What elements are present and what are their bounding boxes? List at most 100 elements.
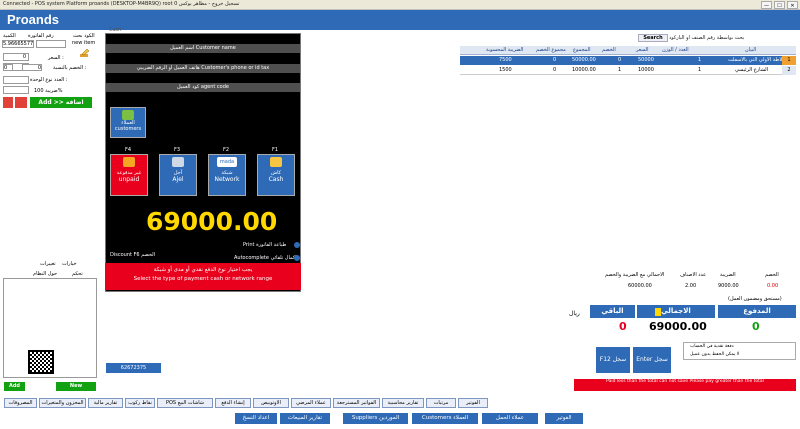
control-tab[interactable]: تحكم xyxy=(72,271,83,277)
new-button[interactable]: New xyxy=(56,382,96,391)
unit-count-label: العدد نوع الوحدة : xyxy=(30,77,68,83)
customers-button[interactable]: العملاء customers xyxy=(110,107,146,138)
currency-label: ريال xyxy=(569,310,580,317)
bus-button[interactable]: الاوتوبيص xyxy=(253,398,289,408)
row-discount-total: 0 xyxy=(553,57,557,63)
about-tab[interactable]: حول النظام xyxy=(33,271,57,277)
total-header: الاجمالي xyxy=(637,305,715,318)
salaries-button[interactable]: مرتبات xyxy=(426,398,456,408)
agent-code-bar[interactable]: كود العميل agent code xyxy=(106,83,300,92)
remove-button[interactable] xyxy=(3,97,13,108)
search-placeholder: بحث بواسطة رقم الصنف او الباركود xyxy=(669,35,745,41)
backup-settings-button[interactable]: اعداد النسخ xyxy=(235,413,277,424)
network-button[interactable]: mada شبكة Network xyxy=(208,154,246,196)
total-indicator-icon xyxy=(655,308,661,316)
accounting-reports-button[interactable]: تقارير محاسبية xyxy=(382,398,424,408)
row-discount: 1 xyxy=(618,67,622,73)
discount-percent-field[interactable]: 0 xyxy=(3,64,13,71)
f12-save-button[interactable]: F12 سجل xyxy=(596,347,630,373)
expenses-button[interactable]: المصروفات xyxy=(4,398,37,408)
patient-clients-button[interactable]: عملاء المرضي xyxy=(291,398,331,408)
customer-phone-bar[interactable]: هاتف العميل او الرقم الضريبي Customer's … xyxy=(106,64,300,73)
payment-tab-label: Cash xyxy=(109,27,122,33)
pencil-icon[interactable] xyxy=(79,48,90,58)
quantity-field[interactable]: 0 xyxy=(3,53,29,61)
window-title: Connected - POS system Platform proands … xyxy=(3,1,240,7)
f2-key-label: F2 xyxy=(222,147,230,153)
autocomplete-radio[interactable] xyxy=(294,255,300,261)
shipping-points-button[interactable]: نقاط ركوب xyxy=(125,398,155,408)
row-price: 10000 xyxy=(638,67,654,73)
header-price: السعر xyxy=(636,47,649,53)
decrease-button[interactable] xyxy=(15,97,27,108)
invoice-code-field[interactable]: 5.96665577 xyxy=(2,40,34,48)
table-row[interactable]: البلاطة الاولي التي بالاسفلت 1 50000 0 5… xyxy=(460,56,796,65)
invoices-nav-button[interactable]: الفوتير xyxy=(545,413,583,424)
unit-count-field[interactable] xyxy=(3,76,29,84)
new-item-link[interactable]: new item xyxy=(72,40,95,46)
cash-icon xyxy=(270,157,282,167)
enter-save-button[interactable]: Enter سجل xyxy=(633,347,671,373)
table-row[interactable]: الشارع الرئيسي 1 10000 1 10000.00 0 1500 xyxy=(460,66,796,75)
mada-icon: mada xyxy=(217,157,237,167)
payment-setup-button[interactable]: إنشاء الدفع xyxy=(215,398,251,408)
remaining-header: الباقي xyxy=(590,305,635,318)
summary-items-value: 2.00 xyxy=(685,283,697,289)
minimize-button[interactable]: — xyxy=(761,1,772,9)
window-controls: — ☐ ✕ xyxy=(761,1,798,9)
header-count: العدد / الوزن xyxy=(662,47,689,53)
phone-field[interactable]: 62672375 xyxy=(106,363,161,373)
payment-type-warning: يجب اختيار نوع الدفع نقدي أو مدى أو شبكة… xyxy=(105,263,301,290)
returns-button[interactable]: الفواتير المسترجعة xyxy=(333,398,380,408)
add-to-cart-button[interactable]: Add >> اضافه xyxy=(30,97,92,108)
item-code-field[interactable] xyxy=(36,40,66,48)
no-save-without-customer-label[interactable]: لا يمكن الحفظ بدون عميل xyxy=(690,352,739,357)
tax-field[interactable] xyxy=(3,86,29,94)
tax-label: ضريبة 100% xyxy=(34,88,63,94)
qr-code-icon xyxy=(28,350,54,374)
sales-reports-button[interactable]: تقارير المبيعات xyxy=(280,413,330,424)
add-button[interactable]: Add xyxy=(4,382,25,391)
maximize-button[interactable]: ☐ xyxy=(774,1,785,9)
customer-name-bar[interactable]: اسم العميل Customer name xyxy=(106,44,300,53)
cash-in-account-label[interactable]: دفعة نقدية في الحساب xyxy=(690,344,734,349)
customers-nav-button[interactable]: Customers العملاء xyxy=(412,413,478,424)
paid-value: 0 xyxy=(752,320,760,333)
row-discount: 0 xyxy=(618,57,622,63)
unpaid-icon xyxy=(123,157,135,167)
client-shipping-button[interactable]: عملاء الحمل xyxy=(482,413,538,424)
autocomplete-label[interactable]: Autocomplete اكمال تلقائي xyxy=(234,255,297,261)
header-description: البيان xyxy=(745,47,757,53)
row-tax: 1500 xyxy=(499,67,512,73)
discount-f6-label[interactable]: Discount F6 الخصم xyxy=(110,252,155,258)
header-discount: الخصم xyxy=(602,47,616,53)
summary-tax-value: 9000.00 xyxy=(718,283,739,289)
changes-tab[interactable]: تغييرات xyxy=(40,261,56,267)
grand-total: 69000.00 xyxy=(146,207,278,236)
header-tax: الضريبة المحسوبة xyxy=(486,47,524,53)
summary-items-header: عدد الاصناف xyxy=(680,272,707,278)
ajel-button[interactable]: آجل Ajel xyxy=(159,154,197,196)
summary-total-header: الاجمالي مع الضريبة والخصم xyxy=(605,272,665,278)
inventory-button[interactable]: المخزون والمتغيرات xyxy=(39,398,86,408)
invoicing-button[interactable]: الفوتير xyxy=(458,398,488,408)
print-radio[interactable] xyxy=(294,242,300,248)
close-button[interactable]: ✕ xyxy=(787,1,798,9)
print-invoice-label[interactable]: Print طباعة الفاتورة xyxy=(243,242,286,248)
financial-reports-button[interactable]: تقارير مالية xyxy=(88,398,123,408)
search-button[interactable]: Search xyxy=(638,34,668,42)
row-name: الشارع الرئيسي xyxy=(735,67,769,73)
summary-panel: الخصم الضريبة عدد الاصناف الاجمالي مع ال… xyxy=(550,270,795,292)
pos-screens-button[interactable]: POS شاشات البيع xyxy=(157,398,213,408)
summary-discount-value: 0.00 xyxy=(767,283,779,289)
discount-amount-field[interactable]: 0 xyxy=(22,64,42,71)
unpaid-button[interactable]: غير مدفوعة unpaid xyxy=(110,154,148,196)
bottom-toolbar: المصروفات المخزون والمتغيرات تقارير مالي… xyxy=(0,397,800,429)
options-tab[interactable]: خيارات xyxy=(62,261,77,267)
cash-button[interactable]: كاش Cash xyxy=(257,154,295,196)
suppliers-button[interactable]: Suppliers الموردين xyxy=(343,413,408,424)
remaining-value: 0 xyxy=(619,320,627,333)
ajel-icon xyxy=(172,157,184,167)
row-name: البلاطة الاولي التي بالاسفلت xyxy=(728,57,787,63)
window-title-bar: Connected - POS system Platform proands … xyxy=(0,0,800,10)
